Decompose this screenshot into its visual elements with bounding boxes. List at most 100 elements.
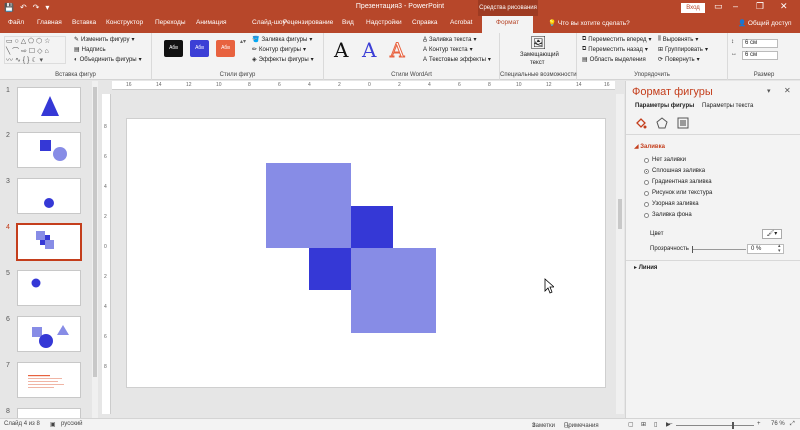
- tab-acrobat[interactable]: Acrobat: [450, 19, 472, 26]
- radio-picture-fill[interactable]: Рисунок или текстура: [644, 190, 712, 196]
- text-outline-button[interactable]: A Контур текста ▾: [423, 46, 473, 54]
- shape-style-swatch[interactable]: Абв: [164, 40, 183, 57]
- radio-button[interactable]: [644, 201, 649, 207]
- slide-thumbnail-7[interactable]: [17, 362, 81, 398]
- rotate-button[interactable]: ⟳ Повернуть ▾: [658, 56, 700, 64]
- tab-shape-options[interactable]: Параметры фигуры: [635, 103, 694, 109]
- square-shape-dark[interactable]: [351, 206, 393, 248]
- shape-outline-button[interactable]: ✏ Контур фигуры ▾: [252, 46, 306, 54]
- bring-forward-button[interactable]: ⧉ Переместить вперед ▾: [582, 36, 652, 43]
- radio-button[interactable]: [644, 179, 649, 185]
- width-input[interactable]: 6 см: [742, 51, 778, 60]
- tab-help[interactable]: Справка: [412, 19, 438, 26]
- tab-file[interactable]: Файл: [8, 19, 24, 26]
- slides-scrollbar[interactable]: [92, 81, 98, 418]
- reading-view-icon[interactable]: ▯: [654, 421, 657, 428]
- tab-slideshow[interactable]: Слайд-шоу: [252, 19, 286, 26]
- minimize-icon[interactable]: –: [733, 1, 738, 11]
- format-shape-pane: Формат фигуры ▾ ✕ Параметры фигуры Парам…: [625, 81, 800, 418]
- tab-animations[interactable]: Анимация: [196, 19, 227, 26]
- height-input[interactable]: 6 см: [742, 39, 778, 48]
- slide-thumbnail-4[interactable]: [17, 224, 81, 260]
- slide-thumbnail-1[interactable]: [17, 87, 81, 123]
- language-indicator[interactable]: русский: [61, 421, 83, 427]
- radio-background-fill[interactable]: Заливка фона: [644, 212, 692, 218]
- radio-button-checked[interactable]: [644, 168, 649, 174]
- radio-solid-fill[interactable]: Сплошная заливка: [644, 168, 705, 174]
- fill-section-header[interactable]: ◢ Заливка: [634, 143, 665, 150]
- slide-sorter-icon[interactable]: ⊞: [641, 421, 646, 428]
- tab-view[interactable]: Вид: [342, 19, 354, 26]
- tab-design[interactable]: Конструктор: [106, 19, 143, 26]
- shape-fill-button[interactable]: 🪣 Заливка фигуры ▾: [252, 36, 312, 44]
- wordart-style[interactable]: A: [389, 38, 404, 63]
- radio-button[interactable]: [644, 190, 649, 196]
- wordart-style[interactable]: A: [334, 38, 348, 62]
- alt-text-icon[interactable]: 🖼: [530, 35, 547, 51]
- tell-me-search[interactable]: 💡 Что вы хотите сделать?: [548, 19, 630, 27]
- tab-text-options[interactable]: Параметры текста: [702, 103, 753, 109]
- square-shape-light[interactable]: [351, 248, 436, 333]
- wordart-style[interactable]: A: [362, 38, 376, 62]
- edit-shape-button[interactable]: ✎ Изменить фигуру ▾: [74, 36, 134, 44]
- square-shape-dark[interactable]: [309, 248, 351, 290]
- restore-icon[interactable]: ❐: [756, 1, 764, 12]
- merge-shapes-button[interactable]: ◐ Объединить фигуры ▾: [74, 56, 142, 64]
- square-shape-light[interactable]: [266, 163, 351, 248]
- alt-text-button-line2[interactable]: текст: [530, 60, 544, 66]
- fit-slide-icon[interactable]: ⤢: [790, 421, 795, 428]
- tab-home[interactable]: Главная: [37, 19, 62, 26]
- group-button[interactable]: ⊞ Группировать ▾: [658, 46, 708, 54]
- radio-gradient-fill[interactable]: Градиентная заливка: [644, 179, 712, 185]
- text-effects-button[interactable]: A Текстовые эффекты ▾: [423, 56, 491, 64]
- shape-effects-button[interactable]: ◈ Эффекты фигуры ▾: [252, 56, 314, 64]
- close-pane-icon[interactable]: ✕: [784, 86, 791, 95]
- signin-button[interactable]: Вход: [681, 3, 705, 13]
- radio-button[interactable]: [644, 157, 649, 163]
- shape-style-swatch[interactable]: Абв: [190, 40, 209, 57]
- zoom-slider[interactable]: [676, 422, 754, 429]
- slide-thumbnail-6[interactable]: [17, 316, 81, 352]
- tab-transitions[interactable]: Переходы: [155, 19, 186, 26]
- spinner-icon[interactable]: ▴ ▾: [778, 244, 781, 254]
- radio-pattern-fill[interactable]: Узорная заливка: [644, 201, 699, 207]
- tab-insert[interactable]: Вставка: [72, 19, 96, 26]
- normal-view-icon[interactable]: ▢: [628, 421, 634, 428]
- tab-format[interactable]: Формат: [482, 16, 534, 33]
- tab-addins[interactable]: Надстройки: [366, 19, 402, 26]
- fill-line-icon[interactable]: [635, 117, 647, 129]
- zoom-out-icon[interactable]: –: [669, 421, 672, 427]
- fill-color-dropdown[interactable]: 🖌▾: [762, 229, 782, 239]
- line-section-header[interactable]: ▸ Линия: [634, 264, 657, 271]
- scrollbar-thumb[interactable]: [618, 199, 622, 229]
- radio-no-fill[interactable]: Нет заливки: [644, 157, 686, 163]
- share-button[interactable]: 👤 Общий доступ: [738, 19, 792, 27]
- current-slide[interactable]: [126, 118, 606, 388]
- send-backward-button[interactable]: ⧉ Переместить назад ▾: [582, 46, 648, 53]
- slide-thumbnail-2[interactable]: [17, 132, 81, 168]
- align-button[interactable]: ⫼ Выровнять ▾: [658, 36, 698, 43]
- radio-button[interactable]: [644, 212, 649, 218]
- shapes-gallery[interactable]: ▭ ○ △ ⬠ ⬡ ☆ ╲ ⌒ ⇨ ☐ ◇ ⌂ 〰 ∿ { } ☾ ▾: [4, 36, 66, 64]
- slide-thumbnail-3[interactable]: [17, 178, 81, 214]
- transparency-slider[interactable]: [692, 246, 746, 253]
- spellcheck-icon[interactable]: ▣: [50, 421, 56, 428]
- selection-pane-button[interactable]: ▤ Область выделения: [582, 56, 646, 64]
- shape-style-swatch[interactable]: Абв: [216, 40, 235, 57]
- style-gallery-more-icon[interactable]: ▴▾: [240, 38, 246, 45]
- text-fill-button[interactable]: A̲ Заливка текста ▾: [423, 36, 477, 44]
- tab-review[interactable]: Рецензирование: [283, 19, 333, 26]
- slide-thumbnail-8[interactable]: [17, 408, 81, 418]
- pane-options-icon[interactable]: ▾: [767, 87, 771, 95]
- scrollbar-thumb[interactable]: [93, 87, 97, 377]
- size-properties-icon[interactable]: [677, 117, 689, 129]
- effects-pentagon-icon[interactable]: [656, 117, 668, 129]
- slide-thumbnail-5[interactable]: [17, 270, 81, 306]
- zoom-level[interactable]: 76 %: [771, 421, 785, 427]
- alt-text-button[interactable]: Замещающий: [520, 52, 559, 58]
- ribbon-display-icon[interactable]: ▭: [714, 1, 723, 12]
- zoom-in-icon[interactable]: +: [757, 421, 761, 427]
- canvas-scrollbar[interactable]: [616, 94, 624, 414]
- textbox-button[interactable]: ▤ Надпись: [74, 46, 106, 54]
- close-icon[interactable]: ✕: [780, 1, 788, 12]
